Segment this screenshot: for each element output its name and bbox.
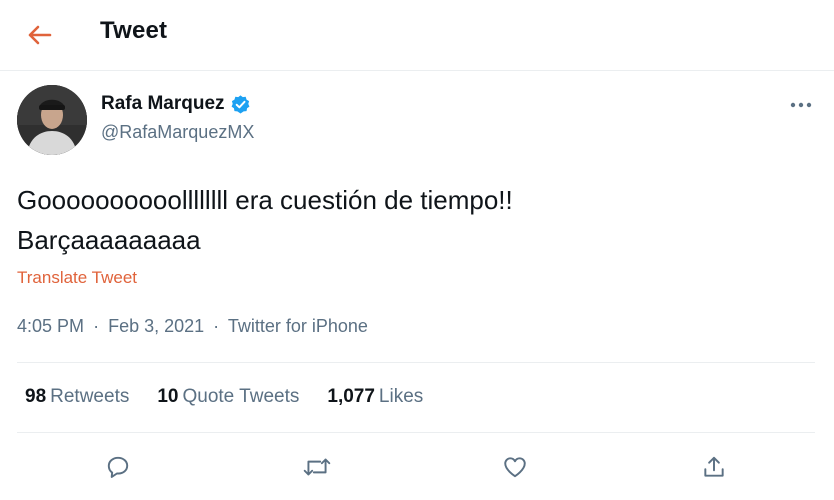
likes-count: 1,077: [327, 386, 375, 407]
meta-separator: ·: [93, 316, 100, 336]
tweet-text-line: Goooooooooollllllll era cuestión de tiem…: [17, 185, 513, 215]
more-options-button[interactable]: [788, 96, 814, 114]
quote-tweets-count: 10: [157, 386, 179, 407]
meta-separator: ·: [213, 316, 220, 336]
tweet-source[interactable]: Twitter for iPhone: [228, 316, 368, 336]
tweet-header: Tweet: [0, 0, 834, 71]
more-icon: [790, 102, 812, 108]
author-handle[interactable]: @RafaMarquezMX: [101, 122, 254, 143]
share-button[interactable]: [697, 450, 731, 484]
tweet-date[interactable]: Feb 3, 2021: [108, 316, 204, 336]
like-button[interactable]: [498, 450, 532, 484]
avatar[interactable]: [17, 85, 87, 155]
tweet-text: Goooooooooollllllll era cuestión de tiem…: [17, 180, 807, 260]
divider: [17, 362, 815, 363]
arrow-left-icon: [28, 25, 52, 45]
quote-tweets-label: Quote Tweets: [182, 386, 300, 407]
tweet-meta: 4:05 PM · Feb 3, 2021 · Twitter for iPho…: [17, 316, 368, 337]
retweets-count: 98: [25, 386, 47, 407]
retweets-stat[interactable]: 98 Retweets: [25, 386, 129, 408]
retweet-icon: [303, 458, 331, 476]
like-icon: [504, 457, 526, 478]
divider: [17, 432, 815, 433]
author-name[interactable]: Rafa Marquez: [101, 93, 225, 115]
reply-icon: [107, 456, 129, 478]
retweets-label: Retweets: [50, 386, 130, 407]
page-title: Tweet: [100, 17, 168, 44]
reply-button[interactable]: [101, 450, 135, 484]
tweet-stats: 98 Retweets 10 Quote Tweets 1,077 Likes: [25, 386, 423, 408]
retweet-button[interactable]: [300, 450, 334, 484]
likes-stat[interactable]: 1,077 Likes: [327, 386, 423, 408]
share-icon: [704, 456, 724, 477]
author-name-row: Rafa Marquez: [101, 93, 251, 115]
quote-tweets-stat[interactable]: 10 Quote Tweets: [157, 386, 299, 408]
avatar-photo: [17, 85, 87, 155]
back-button[interactable]: [24, 20, 54, 50]
translate-tweet-link[interactable]: Translate Tweet: [17, 268, 137, 288]
tweet-text-line: Barçaaaaaaaaa: [17, 225, 201, 255]
verified-badge-icon: [231, 94, 249, 114]
tweet-time[interactable]: 4:05 PM: [17, 316, 84, 336]
likes-label: Likes: [378, 386, 424, 407]
